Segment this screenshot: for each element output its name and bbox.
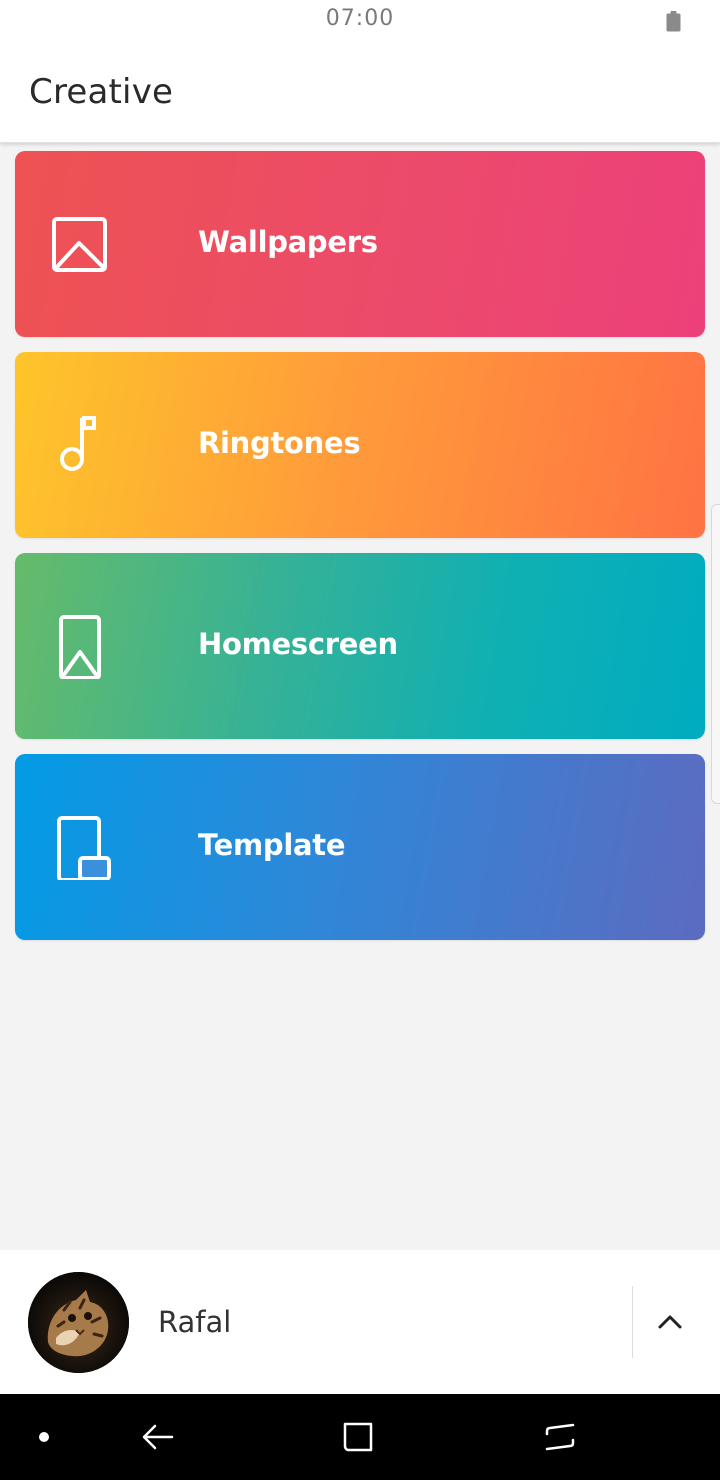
category-label: Homescreen bbox=[198, 627, 398, 661]
recents-icon[interactable] bbox=[328, 1394, 388, 1480]
template-icon bbox=[49, 816, 113, 880]
category-card-ringtones[interactable]: Ringtones bbox=[15, 352, 705, 538]
category-label: Template bbox=[198, 828, 346, 862]
music-note-icon bbox=[49, 414, 113, 478]
status-bar: 07:00 bbox=[0, 0, 720, 42]
image-icon bbox=[49, 213, 113, 277]
battery-icon bbox=[666, 11, 681, 32]
category-label: Ringtones bbox=[198, 426, 361, 460]
profile-bar[interactable]: Rafal bbox=[0, 1250, 720, 1394]
page-title: Creative bbox=[29, 72, 174, 112]
category-card-wallpapers[interactable]: Wallpapers bbox=[15, 151, 705, 337]
avatar[interactable] bbox=[28, 1272, 129, 1373]
navigation-bar bbox=[0, 1394, 720, 1480]
category-list: Wallpapers Ringtones Homescreen Template bbox=[15, 151, 705, 955]
switch-icon[interactable] bbox=[530, 1394, 590, 1480]
phone-image-icon bbox=[49, 615, 113, 679]
status-time: 07:00 bbox=[325, 6, 395, 31]
category-card-template[interactable]: Template bbox=[15, 754, 705, 940]
side-panel-handle[interactable] bbox=[711, 504, 720, 804]
divider bbox=[632, 1286, 633, 1358]
chevron-up-icon bbox=[658, 1315, 682, 1329]
back-icon[interactable] bbox=[128, 1394, 188, 1480]
screen: 07:00 Creative Wallpapers Ringtones Home… bbox=[0, 0, 720, 1480]
profile-name: Rafal bbox=[158, 1305, 232, 1339]
category-label: Wallpapers bbox=[198, 225, 378, 259]
category-card-homescreen[interactable]: Homescreen bbox=[15, 553, 705, 739]
app-bar: Creative bbox=[0, 42, 720, 143]
dot-icon[interactable] bbox=[24, 1394, 64, 1480]
expand-button[interactable] bbox=[644, 1298, 696, 1346]
